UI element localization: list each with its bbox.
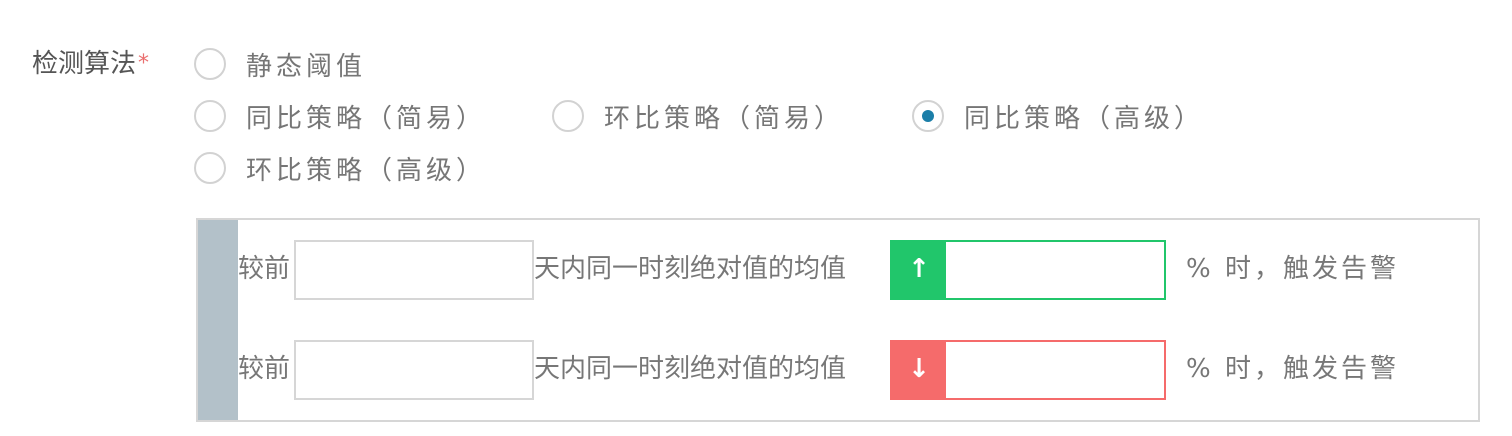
- radio-label: 环比策略（高级）: [246, 155, 487, 186]
- radio-circle-icon[interactable]: [194, 100, 226, 132]
- radio-yoy-simple[interactable]: 同比策略（简易）: [194, 96, 486, 136]
- radio-mom-advanced[interactable]: 环比策略（高级）: [194, 148, 486, 188]
- rule-description: 天内同一时刻绝对值的均值: [534, 254, 847, 284]
- radio-dot-icon: [922, 110, 934, 122]
- rule-prefix: 较前: [238, 354, 291, 384]
- required-asterisk: *: [138, 51, 150, 76]
- radio-static-threshold[interactable]: 静态阈值: [194, 44, 366, 84]
- radio-yoy-advanced[interactable]: 同比策略（高级）: [912, 96, 1204, 136]
- rule-description: 天内同一时刻绝对值的均值: [534, 354, 847, 384]
- radio-label: 同比策略（简易）: [246, 103, 487, 134]
- decrease-percent-input[interactable]: [946, 340, 1166, 400]
- rule-row-decrease: 较前 天内同一时刻绝对值的均值 ↓ % 时，触发告警: [238, 340, 1478, 400]
- radio-label: 同比策略（高级）: [964, 103, 1205, 134]
- decrease-percent-group: ↓: [890, 340, 1166, 400]
- rule-suffix: % 时，触发告警: [1186, 354, 1399, 384]
- arrow-up-icon: ↑: [890, 240, 948, 300]
- arrow-down-icon: ↓: [890, 340, 948, 400]
- field-label-text: 检测算法: [32, 49, 137, 79]
- radio-label: 静态阈值: [246, 51, 367, 82]
- increase-percent-input[interactable]: [946, 240, 1166, 300]
- radio-circle-icon[interactable]: [194, 48, 226, 80]
- radio-checked-icon[interactable]: [912, 100, 944, 132]
- days-input[interactable]: [294, 340, 534, 400]
- rule-prefix: 较前: [238, 254, 291, 284]
- radio-mom-simple[interactable]: 环比策略（简易）: [552, 96, 844, 136]
- panel-side-stripe: [198, 220, 238, 420]
- rule-suffix: % 时，触发告警: [1186, 254, 1399, 284]
- increase-percent-group: ↑: [890, 240, 1166, 300]
- radio-circle-icon[interactable]: [552, 100, 584, 132]
- detection-algorithm-label: 检测算法*: [32, 44, 149, 84]
- radio-circle-icon[interactable]: [194, 152, 226, 184]
- rule-row-increase: 较前 天内同一时刻绝对值的均值 ↑ % 时，触发告警: [238, 240, 1478, 300]
- rule-config-panel: 较前 天内同一时刻绝对值的均值 ↑ % 时，触发告警 较前 天内同一时刻绝对值的…: [196, 218, 1480, 422]
- radio-label: 环比策略（简易）: [604, 103, 845, 134]
- days-input[interactable]: [294, 240, 534, 300]
